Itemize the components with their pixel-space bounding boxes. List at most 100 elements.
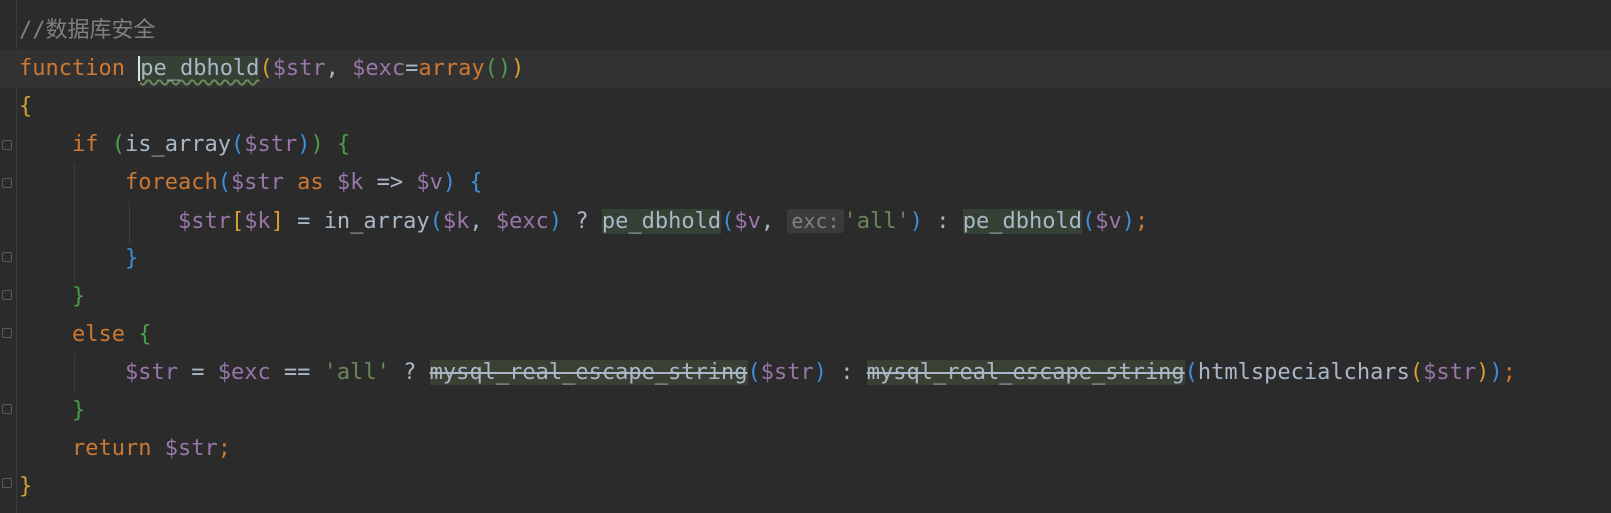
code-token: is_array xyxy=(124,132,231,157)
code-token: pe_dbhold xyxy=(962,209,1082,234)
code-line-content: } xyxy=(19,468,32,506)
code-token: ; xyxy=(1134,209,1149,234)
code-editor[interactable]: //数据库安全 function pe_dbhold($str, $exc=arr… xyxy=(0,0,1611,513)
code-token: } xyxy=(124,246,139,271)
code-token: => xyxy=(363,170,417,195)
code-token: ) xyxy=(548,209,563,234)
code-token: ( xyxy=(111,132,125,157)
code-line[interactable]: } xyxy=(0,278,1611,316)
code-token: ( xyxy=(429,209,443,234)
code-token: ) xyxy=(511,56,525,81)
code-line[interactable]: else { xyxy=(0,316,1611,354)
code-token: $exc xyxy=(352,56,406,81)
code-line[interactable]: $str = $exc == 'all' ? mysql_real_escape… xyxy=(0,354,1611,392)
code-token: //数据库安全 xyxy=(19,18,156,43)
code-line-content: $str = $exc == 'all' ? mysql_real_escape… xyxy=(19,354,1516,392)
code-line-content: foreach($str as $k => $v) { xyxy=(19,164,483,202)
code-token: ( xyxy=(1409,360,1424,385)
code-line-content: { xyxy=(19,88,32,126)
code-token: , xyxy=(325,56,353,81)
code-line[interactable]: if (is_array($str)) { xyxy=(0,126,1611,164)
code-token: ? xyxy=(389,360,430,385)
code-line-content: if (is_array($str)) { xyxy=(19,126,350,164)
code-token: ( xyxy=(721,209,735,234)
code-token: $str xyxy=(164,436,218,461)
code-token: ] xyxy=(270,209,284,234)
code-line[interactable]: $str[$k] = in_array($k, $exc) ? pe_dbhol… xyxy=(0,202,1611,240)
code-token: } xyxy=(19,474,33,499)
code-token: ) xyxy=(813,360,828,385)
code-line-content: else { xyxy=(19,316,151,354)
code-token: mysql_real_escape_string xyxy=(866,360,1185,385)
code-token: $str xyxy=(1423,360,1477,385)
code-line-content: } xyxy=(19,278,85,316)
code-token: mysql_real_escape_string xyxy=(429,360,748,385)
code-token: , xyxy=(469,209,496,234)
code-token: else xyxy=(71,322,125,347)
code-token: , xyxy=(760,209,788,234)
code-token: $str xyxy=(230,170,284,195)
code-token: if xyxy=(71,132,99,157)
code-line-content: $str[$k] = in_array($k, $exc) ? pe_dbhol… xyxy=(19,202,1148,241)
code-token: $exc xyxy=(217,360,271,385)
code-line[interactable]: //数据库安全 xyxy=(0,12,1611,50)
code-token: $v xyxy=(734,209,761,234)
code-line[interactable]: { xyxy=(0,88,1611,126)
code-token: ( xyxy=(259,56,273,81)
code-token: : xyxy=(923,209,963,234)
code-token: as xyxy=(297,170,324,195)
code-token: == xyxy=(270,360,324,385)
code-token: { xyxy=(469,170,483,195)
code-token: array xyxy=(418,56,485,81)
code-line-content: //数据库安全 xyxy=(19,12,156,50)
code-token: pe_dbhold xyxy=(138,56,260,81)
code-token: ; xyxy=(217,436,231,461)
code-line-content: } xyxy=(19,392,85,430)
code-token: $str xyxy=(760,360,814,385)
code-token: $k xyxy=(442,209,470,234)
code-token: $str xyxy=(244,132,298,157)
code-token: { xyxy=(138,322,152,347)
code-token: 'all' xyxy=(323,360,390,385)
code-token: $str xyxy=(272,56,326,81)
code-token: ) xyxy=(1489,360,1503,385)
code-line[interactable]: foreach($str as $k => $v) { xyxy=(0,164,1611,202)
code-token: = xyxy=(177,360,218,385)
code-token: ( xyxy=(1184,360,1198,385)
code-token: [ xyxy=(230,209,245,234)
code-token: ( xyxy=(230,132,245,157)
code-line[interactable]: function pe_dbhold($str, $exc=array()) xyxy=(0,50,1611,88)
code-line[interactable]: return $str; xyxy=(0,430,1611,468)
code-token: ; xyxy=(1502,360,1516,385)
code-token: ? xyxy=(562,209,602,234)
code-token: { xyxy=(19,94,33,119)
code-line-content: function pe_dbhold($str, $exc=array()) xyxy=(19,50,524,88)
code-token: } xyxy=(71,398,86,423)
code-line[interactable]: } xyxy=(0,468,1611,506)
code-token: ) xyxy=(909,209,924,234)
code-line[interactable]: } xyxy=(0,240,1611,278)
code-token: ( xyxy=(217,170,231,195)
code-token: } xyxy=(71,284,86,309)
code-token: ) xyxy=(442,170,457,195)
code-token: ( xyxy=(484,56,498,81)
code-token: function xyxy=(19,56,125,81)
code-token: ( xyxy=(747,360,761,385)
code-line[interactable]: } xyxy=(0,392,1611,430)
code-token: foreach xyxy=(124,170,218,195)
code-token: : xyxy=(827,360,867,385)
code-token: $v xyxy=(416,170,443,195)
code-token: ( xyxy=(1081,209,1096,234)
